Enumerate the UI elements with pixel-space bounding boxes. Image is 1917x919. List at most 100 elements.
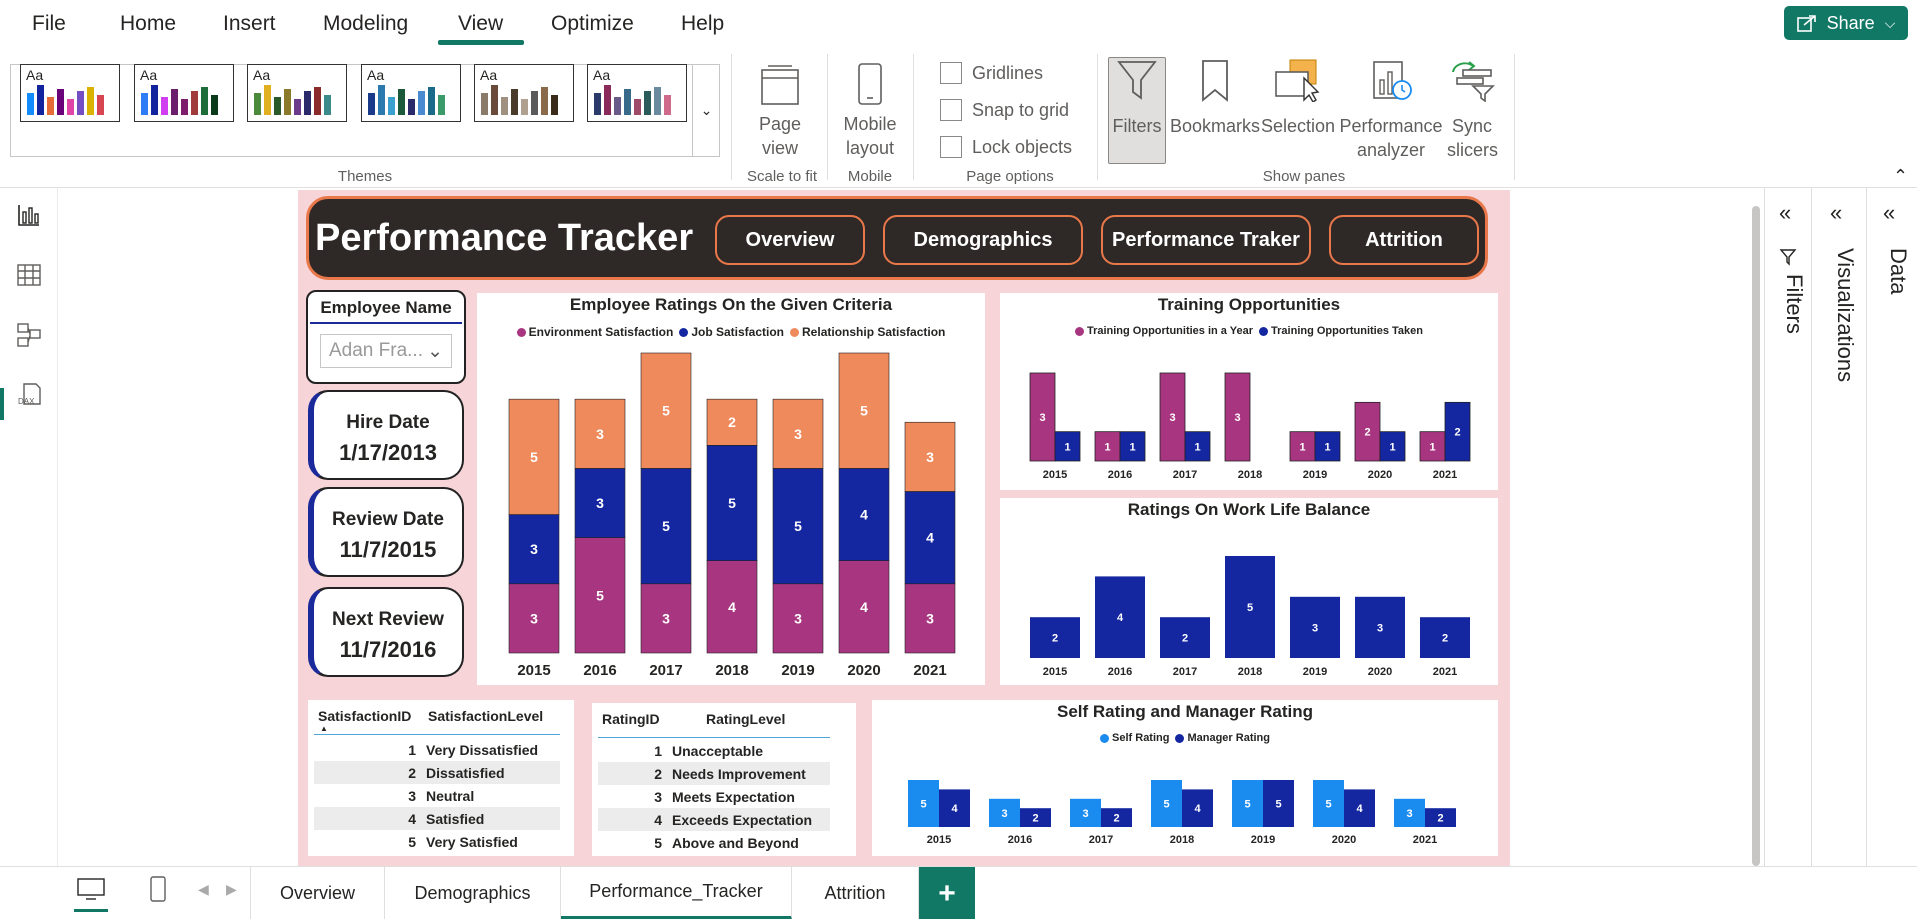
table-row: 4 Satisfied [314, 807, 560, 830]
share-button[interactable]: Share ⌵ [1784, 6, 1908, 40]
cell-id: 1 [408, 741, 416, 758]
data-label: 3 [662, 610, 670, 626]
page-tabs-bar: ◀ ▶ Overview Demographics Performance_Tr… [0, 866, 1917, 919]
theme-swatch[interactable]: Aa [134, 64, 234, 122]
checkbox[interactable] [940, 99, 962, 121]
data-label: 2 [1454, 427, 1460, 439]
bookmarks-button[interactable]: Bookmarks [1168, 58, 1262, 138]
next-review-card: Next Review 11/7/2016 [308, 587, 464, 677]
mobile-layout-button[interactable]: Mobile layout [836, 62, 904, 160]
card-label: Hire Date [346, 412, 430, 433]
expand-icon[interactable]: « [1830, 200, 1842, 226]
visualizations-pane-collapsed[interactable]: « Visualizations [1811, 188, 1866, 868]
data-label: 5 [530, 449, 538, 465]
column-header[interactable]: RatingLevel [706, 711, 785, 727]
palette-color [77, 91, 84, 115]
theme-swatch[interactable]: Aa [20, 64, 120, 122]
expand-icon[interactable]: « [1779, 200, 1791, 226]
report-view-icon[interactable] [16, 202, 42, 228]
page-tab-attrition[interactable]: Attrition [792, 867, 919, 919]
table-view-icon[interactable] [16, 262, 42, 288]
x-tick-label: 2016 [583, 662, 616, 679]
menu-view[interactable]: View [458, 12, 503, 36]
palette-color [211, 95, 218, 115]
palette-color [201, 87, 208, 115]
themes-more-button[interactable]: ⌄ [692, 64, 720, 157]
palette-color [294, 99, 301, 115]
performance-analyzer-button[interactable]: Performance analyzer [1336, 58, 1446, 162]
snap-to-grid-checkbox[interactable]: Snap to grid [940, 99, 1069, 121]
phone-view-icon[interactable] [148, 875, 168, 903]
performance-analyzer-label: Performance analyzer [1339, 116, 1443, 160]
page-view-button[interactable]: Page view [746, 64, 814, 160]
theme-swatch[interactable]: Aa [361, 64, 461, 122]
selection-button[interactable]: Selection [1260, 58, 1336, 138]
palette-color [181, 99, 188, 115]
table-row: 1 Very Dissatisfied [314, 738, 560, 761]
data-label: 5 [662, 518, 670, 534]
palette-color [378, 85, 385, 115]
menu-modeling[interactable]: Modeling [323, 12, 408, 36]
x-tick-label: 2020 [1332, 834, 1356, 846]
next-page-icon[interactable]: ▶ [226, 881, 237, 898]
header-divider [314, 734, 560, 735]
data-label: 2 [1182, 633, 1188, 645]
data-label: 3 [794, 426, 802, 442]
themes-group-label: Themes [337, 168, 393, 185]
expand-icon[interactable]: « [1883, 200, 1895, 226]
menu-home[interactable]: Home [120, 12, 176, 36]
x-tick-label: 2016 [1008, 834, 1032, 846]
sync-slicers-button[interactable]: Sync slicers [1442, 58, 1502, 162]
gridlines-label: Gridlines [972, 62, 1044, 83]
theme-swatch[interactable]: Aa [247, 64, 347, 122]
palette-color [491, 85, 498, 115]
page-tab-overview[interactable]: Overview [251, 867, 385, 919]
data-label: 5 [1163, 799, 1169, 811]
nav-attrition-button[interactable]: Attrition [1329, 215, 1479, 265]
checkbox[interactable] [940, 62, 962, 84]
column-header[interactable]: SatisfactionLevel [428, 708, 543, 724]
lock-objects-checkbox[interactable]: Lock objects [940, 136, 1072, 158]
menu-insert[interactable]: Insert [223, 12, 276, 36]
data-pane-collapsed[interactable]: « Data [1866, 188, 1917, 868]
column-header[interactable]: SatisfactionID [318, 708, 411, 724]
worklife-chart: 2 2015 4 2016 2 2017 5 2018 3 2019 3 2020 2 2021 [1030, 556, 1470, 678]
menu-help[interactable]: Help [681, 12, 724, 36]
add-page-button[interactable]: + [919, 867, 975, 919]
cell-level: Dissatisfied [426, 764, 505, 781]
palette-color [264, 85, 271, 115]
filters-pane-collapsed[interactable]: « Filters [1764, 188, 1811, 868]
desktop-view-icon[interactable] [76, 877, 106, 901]
menu-optimize[interactable]: Optimize [551, 12, 634, 36]
nav-performance-tracker-button[interactable]: Performance Traker [1101, 215, 1311, 265]
cell-level: Meets Expectation [672, 788, 795, 805]
palette-color [191, 91, 198, 115]
data-label: 1 [1389, 441, 1395, 453]
dax-query-view-icon[interactable]: DAX [16, 382, 42, 408]
gridlines-checkbox[interactable]: Gridlines [940, 62, 1043, 84]
theme-swatch[interactable]: Aa [587, 64, 687, 122]
palette-color [27, 93, 34, 115]
page-tab-demographics[interactable]: Demographics [385, 867, 561, 919]
palette-color [161, 97, 168, 115]
employee-name-dropdown[interactable]: Adan Fra... ⌄ [320, 334, 452, 368]
previous-page-icon[interactable]: ◀ [198, 881, 209, 898]
mobile-group-label: Mobile [847, 168, 893, 185]
data-label: 4 [1356, 803, 1363, 815]
filters-label: Filters [1112, 116, 1162, 136]
nav-demographics-button[interactable]: Demographics [883, 215, 1083, 265]
page-tab-performance-tracker[interactable]: Performance_Tracker [561, 867, 792, 919]
checkbox[interactable] [940, 136, 962, 158]
share-label: Share [1826, 12, 1875, 33]
column-header[interactable]: RatingID [602, 711, 660, 727]
nav-overview-button[interactable]: Overview [715, 215, 865, 265]
canvas-scrollbar[interactable] [1752, 206, 1760, 866]
card-value: 11/7/2015 [339, 537, 437, 562]
model-view-icon[interactable] [16, 322, 42, 348]
collapse-ribbon-icon[interactable]: ⌃ [1893, 166, 1908, 187]
x-tick-label: 2015 [927, 834, 951, 846]
theme-swatch[interactable]: Aa [474, 64, 574, 122]
menu-file[interactable]: File [32, 12, 66, 36]
x-tick-label: 2018 [1170, 834, 1194, 846]
data-label: 3 [596, 495, 604, 511]
